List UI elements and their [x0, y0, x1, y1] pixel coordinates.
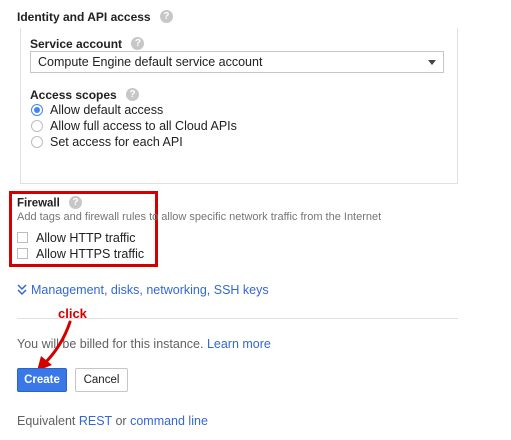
- scope-option-each[interactable]: Set access for each API: [31, 134, 183, 150]
- access-scopes-label-text: Access scopes: [30, 88, 117, 102]
- identity-section-title: Identity and API access ?: [17, 10, 173, 24]
- equivalent-line: Equivalent REST or command line: [17, 414, 208, 428]
- annotation-arrow-icon: [37, 320, 72, 371]
- help-icon[interactable]: ?: [131, 37, 145, 51]
- scope-option-default[interactable]: Allow default access: [31, 102, 163, 118]
- dropdown-arrow-icon: [428, 60, 436, 65]
- help-icon[interactable]: ?: [159, 10, 173, 24]
- checkbox-icon[interactable]: [17, 248, 28, 260]
- scope-option-label: Allow default access: [50, 103, 164, 117]
- service-account-select[interactable]: Compute Engine default service account: [30, 51, 444, 73]
- radio-unchecked-icon[interactable]: [31, 135, 43, 148]
- radio-checked-icon[interactable]: [31, 103, 43, 116]
- firewall-description: Add tags and firewall rules to allow spe…: [17, 211, 382, 223]
- http-traffic-option[interactable]: Allow HTTP traffic: [17, 230, 136, 246]
- service-account-label: Service account ?: [30, 37, 145, 51]
- https-traffic-label: Allow HTTPS traffic: [36, 247, 145, 261]
- service-account-value: Compute Engine default service account: [38, 55, 263, 69]
- cancel-button[interactable]: Cancel: [75, 368, 128, 392]
- radio-unchecked-icon[interactable]: [31, 119, 43, 132]
- checkbox-icon[interactable]: [17, 232, 28, 244]
- service-account-label-text: Service account: [30, 37, 123, 51]
- create-button[interactable]: Create: [17, 368, 67, 392]
- management-link[interactable]: Management, disks, networking, SSH keys: [17, 283, 269, 297]
- firewall-title-text: Firewall: [17, 197, 60, 210]
- equivalent-prefix: Equivalent: [17, 414, 76, 428]
- https-traffic-option[interactable]: Allow HTTPS traffic: [17, 246, 144, 262]
- identity-title-text: Identity and API access: [17, 10, 151, 24]
- scope-option-label: Allow full access to all Cloud APIs: [50, 119, 237, 133]
- management-link-text[interactable]: Management, disks, networking, SSH keys: [31, 283, 269, 297]
- rest-link[interactable]: REST: [79, 414, 112, 428]
- help-icon[interactable]: ?: [69, 196, 83, 209]
- scope-option-full[interactable]: Allow full access to all Cloud APIs: [31, 118, 237, 134]
- equivalent-or: or: [115, 414, 127, 428]
- scope-option-label: Set access for each API: [50, 135, 183, 149]
- command-line-link[interactable]: command line: [130, 414, 208, 428]
- chevron-double-down-icon: [17, 284, 27, 295]
- help-icon[interactable]: ?: [126, 88, 140, 102]
- learn-more-link[interactable]: Learn more: [207, 337, 271, 351]
- http-traffic-label: Allow HTTP traffic: [36, 231, 136, 245]
- firewall-title: Firewall ?: [17, 196, 83, 210]
- access-scopes-label: Access scopes ?: [30, 88, 140, 102]
